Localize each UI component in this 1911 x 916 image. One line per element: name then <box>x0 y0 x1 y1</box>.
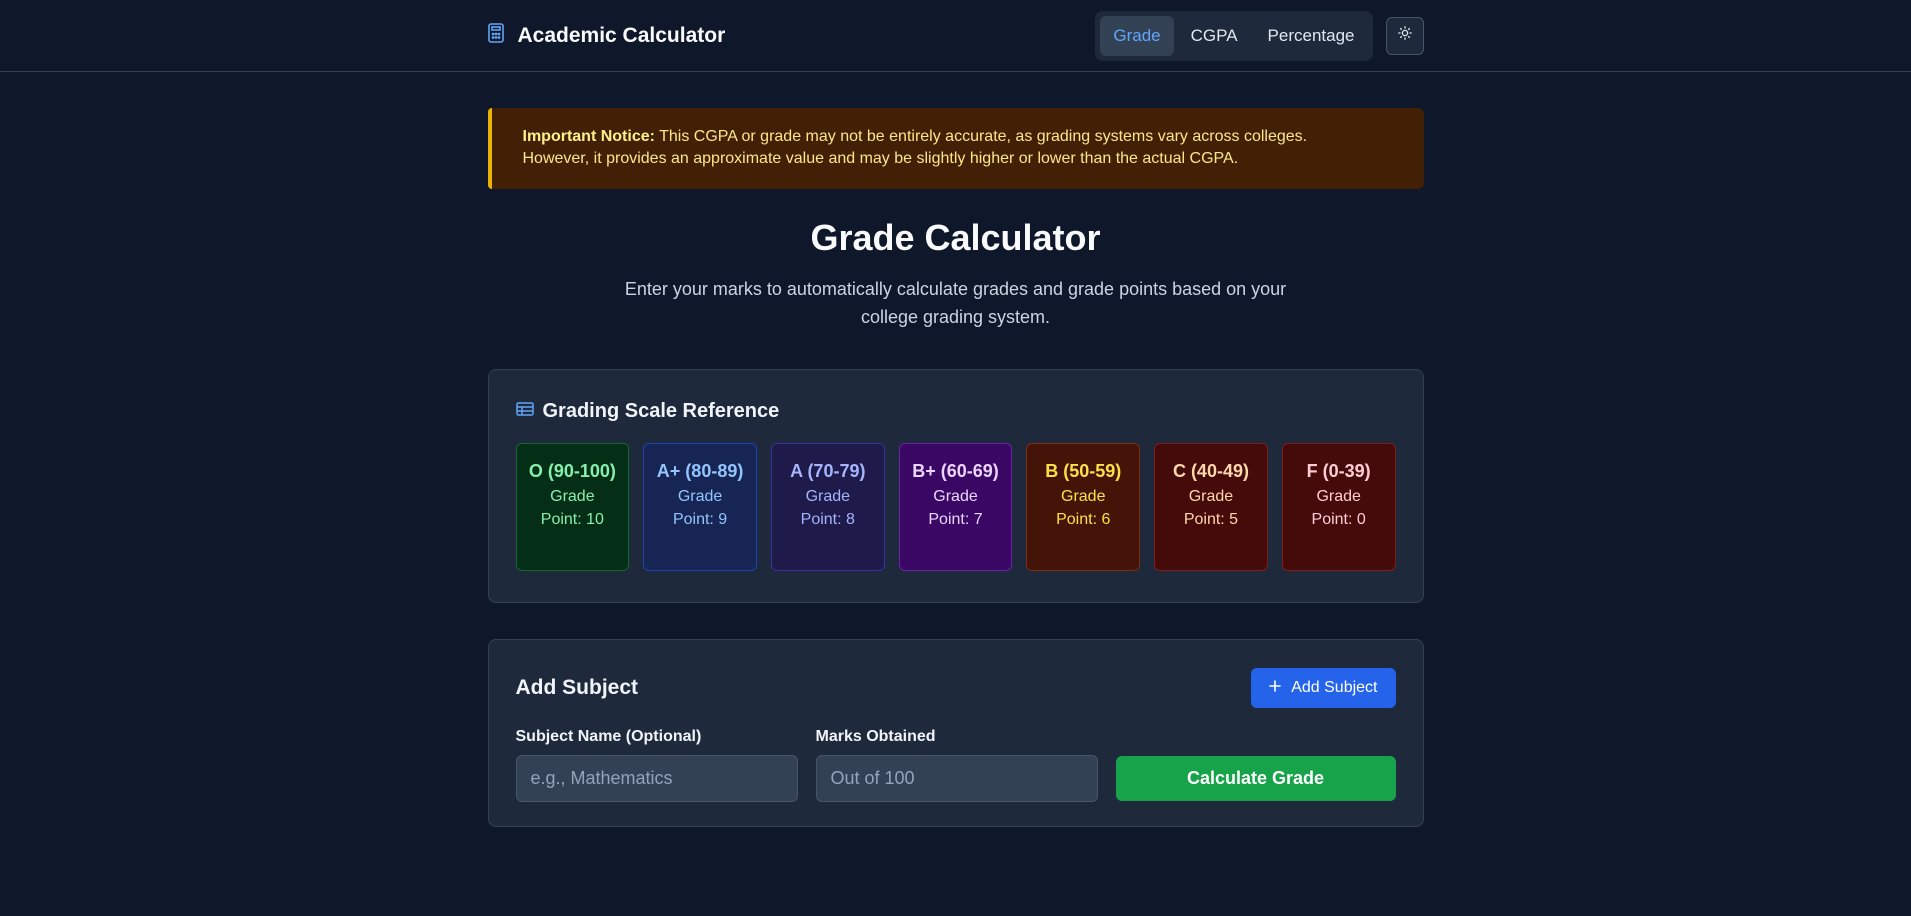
add-subject-button[interactable]: Add Subject <box>1251 668 1396 708</box>
add-subject-button-label: Add Subject <box>1291 679 1378 696</box>
app-title: Academic Calculator <box>517 23 726 47</box>
calculate-grade-button[interactable]: Calculate Grade <box>1115 756 1396 801</box>
table-icon <box>515 401 534 421</box>
marks-input[interactable] <box>815 755 1098 802</box>
grading-scale-title: Grading Scale Reference <box>542 399 780 422</box>
grade-card-b: B (50-59) Grade Point: 6 <box>1026 443 1141 571</box>
marks-field-group: Marks Obtained <box>815 728 1098 802</box>
grade-point: Grade Point: 5 <box>1183 488 1239 528</box>
grade-card-a-plus: A+ (80-89) Grade Point: 9 <box>643 443 757 571</box>
grade-name: A (70-79) <box>790 461 866 481</box>
grade-point: Grade Point: 10 <box>540 488 604 528</box>
grade-point: Grade Point: 7 <box>928 488 983 528</box>
theme-toggle-button[interactable] <box>1385 16 1424 55</box>
grade-point: Grade Point: 0 <box>1311 488 1366 528</box>
plus-icon <box>1269 679 1282 697</box>
grade-name: B (50-59) <box>1045 461 1122 481</box>
grade-name: F (0-39) <box>1306 461 1371 481</box>
grade-name: C (40-49) <box>1172 461 1249 481</box>
subject-name-label: Subject Name (Optional) <box>515 728 702 745</box>
grade-card-b-plus: B+ (60-69) Grade Point: 7 <box>898 443 1013 571</box>
notice-text-line1: This CGPA or grade may not be entirely a… <box>654 128 1308 145</box>
grading-scale-card: Grading Scale Reference O (90-100) Grade… <box>487 369 1424 603</box>
add-subject-title: Add Subject <box>515 676 639 699</box>
subject-name-field-group: Subject Name (Optional) <box>515 728 798 802</box>
subject-name-input[interactable] <box>515 755 798 802</box>
calculator-icon <box>487 23 504 48</box>
marks-label: Marks Obtained <box>815 728 936 745</box>
tab-percentage[interactable]: Percentage <box>1255 16 1368 56</box>
calculator-tabs: Grade CGPA Percentage <box>1095 10 1373 61</box>
grade-card-a: A (70-79) Grade Point: 8 <box>770 443 885 571</box>
sun-icon <box>1397 26 1412 45</box>
grade-name: O (90-100) <box>528 461 616 481</box>
grade-name: B+ (60-69) <box>912 461 999 481</box>
grade-card-c: C (40-49) Grade Point: 5 <box>1154 443 1268 571</box>
page-subtitle: Enter your marks to automatically calcul… <box>624 279 1287 327</box>
top-navbar: Academic Calculator Grade CGPA Percentag… <box>0 0 1911 72</box>
grade-point: Grade Point: 9 <box>672 488 728 528</box>
tab-cgpa[interactable]: CGPA <box>1178 16 1251 56</box>
grade-card-f: F (0-39) Grade Point: 0 <box>1281 443 1396 571</box>
grade-card-o: O (90-100) Grade Point: 10 <box>515 443 630 571</box>
important-notice: Important Notice: This CGPA or grade may… <box>487 108 1424 189</box>
add-subject-card: Add Subject Add Subject Subject Name (Op… <box>487 639 1424 827</box>
brand: Academic Calculator <box>487 23 726 48</box>
tab-grade[interactable]: Grade <box>1100 15 1174 56</box>
notice-text-line2: However, it provides an approximate valu… <box>522 150 1239 167</box>
page-title: Grade Calculator <box>810 217 1101 258</box>
grade-point: Grade Point: 8 <box>800 488 855 528</box>
grade-point: Grade Point: 6 <box>1056 488 1111 528</box>
grade-name: A+ (80-89) <box>656 461 744 481</box>
grade-list: O (90-100) Grade Point: 10 A+ (80-89) Gr… <box>515 443 1396 571</box>
notice-label: Important Notice: <box>522 128 655 145</box>
